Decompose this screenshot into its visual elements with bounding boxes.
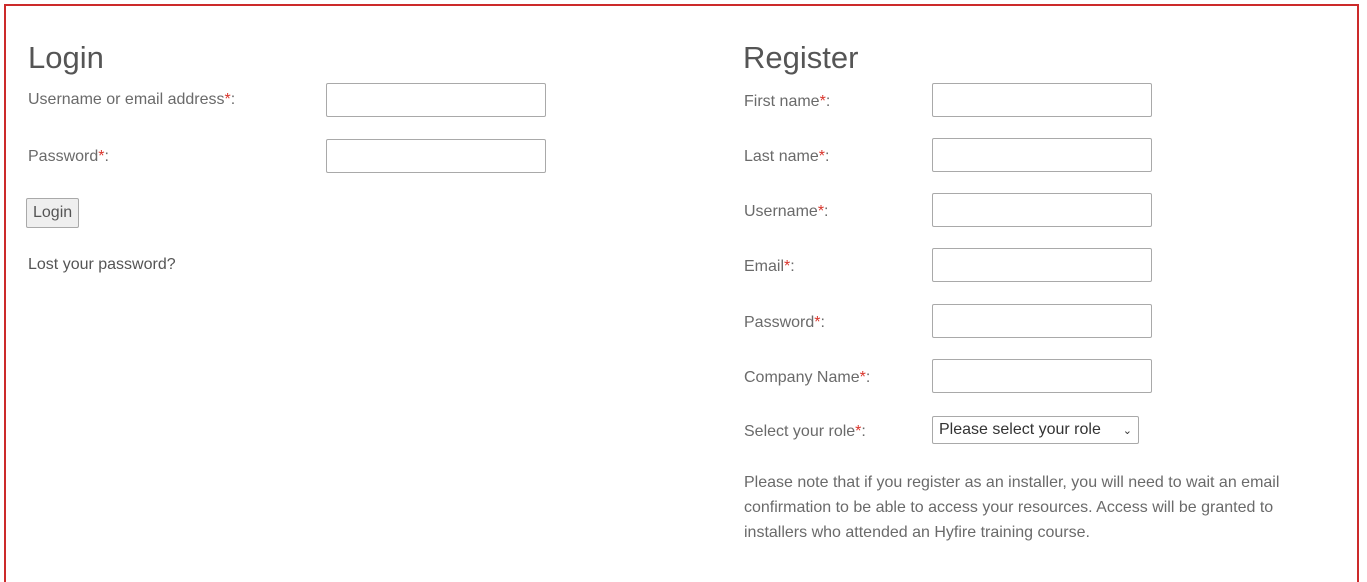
- login-heading: Login: [28, 40, 104, 75]
- register-heading: Register: [743, 40, 859, 75]
- email-input[interactable]: [932, 248, 1152, 282]
- email-label: Email*:: [744, 258, 795, 275]
- reg-username-input[interactable]: [932, 193, 1152, 227]
- password-label: Password*:: [28, 148, 109, 165]
- company-name-label: Company Name*:: [744, 369, 871, 386]
- role-select[interactable]: Please select your role ⌄: [932, 416, 1139, 444]
- company-name-input[interactable]: [932, 359, 1152, 393]
- username-label: Username or email address*:: [28, 91, 236, 108]
- first-name-input[interactable]: [932, 83, 1152, 117]
- last-name-label: Last name*:: [744, 148, 830, 165]
- reg-username-label: Username*:: [744, 203, 829, 220]
- chevron-down-icon: ⌄: [1122, 424, 1132, 437]
- password-input[interactable]: [326, 139, 546, 173]
- lost-password-link[interactable]: Lost your password?: [28, 257, 176, 273]
- role-label: Select your role*:: [744, 423, 866, 440]
- installer-note: Please note that if you register as an i…: [744, 474, 1280, 541]
- reg-password-input[interactable]: [932, 304, 1152, 338]
- login-button[interactable]: Login: [26, 198, 80, 228]
- reg-password-label: Password*:: [744, 314, 825, 331]
- role-select-value: Please select your role: [939, 421, 1101, 438]
- username-input[interactable]: [326, 83, 546, 117]
- first-name-label: First name*:: [744, 93, 831, 110]
- last-name-input[interactable]: [932, 138, 1152, 172]
